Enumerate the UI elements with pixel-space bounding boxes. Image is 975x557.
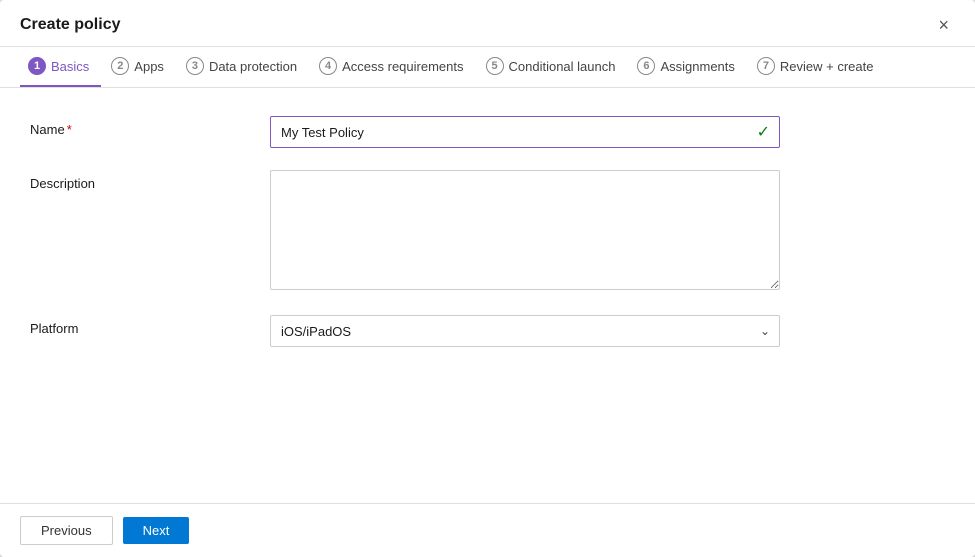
tab-assignments[interactable]: 6 Assignments — [629, 47, 746, 87]
platform-field-wrap: iOS/iPadOS Android Windows ⌄ — [270, 315, 780, 347]
dialog-content: Name* ✓ Description Platform iOS/i — [0, 88, 975, 503]
tab-number-data-protection: 3 — [186, 57, 204, 75]
close-button[interactable]: × — [932, 14, 955, 36]
description-row: Description — [30, 170, 945, 293]
tab-label-data-protection: Data protection — [209, 59, 297, 74]
tab-label-review-create: Review + create — [780, 59, 874, 74]
tab-label-access-requirements: Access requirements — [342, 59, 463, 74]
tab-label-apps: Apps — [134, 59, 164, 74]
tab-data-protection[interactable]: 3 Data protection — [178, 47, 309, 87]
name-field-wrap: ✓ — [270, 116, 780, 148]
platform-select-wrapper: iOS/iPadOS Android Windows ⌄ — [270, 315, 780, 347]
next-button[interactable]: Next — [123, 517, 190, 544]
dialog-footer: Previous Next — [0, 503, 975, 557]
dialog-title: Create policy — [20, 16, 120, 34]
tab-label-assignments: Assignments — [660, 59, 734, 74]
tab-number-access-requirements: 4 — [319, 57, 337, 75]
create-policy-dialog: Create policy × 1 Basics 2 Apps 3 Data p… — [0, 0, 975, 557]
tab-apps[interactable]: 2 Apps — [103, 47, 176, 87]
dialog-header: Create policy × — [0, 0, 975, 47]
tab-number-assignments: 6 — [637, 57, 655, 75]
name-input-wrapper: ✓ — [270, 116, 780, 148]
previous-button[interactable]: Previous — [20, 516, 113, 545]
tab-conditional-launch[interactable]: 5 Conditional launch — [478, 47, 628, 87]
description-label: Description — [30, 170, 270, 191]
checkmark-icon: ✓ — [757, 122, 770, 142]
tab-basics[interactable]: 1 Basics — [20, 47, 101, 87]
required-star: * — [67, 122, 72, 137]
platform-row: Platform iOS/iPadOS Android Windows ⌄ — [30, 315, 945, 347]
tabs-bar: 1 Basics 2 Apps 3 Data protection 4 Acce… — [0, 47, 975, 88]
name-row: Name* ✓ — [30, 116, 945, 148]
name-label: Name* — [30, 116, 270, 137]
name-input[interactable] — [270, 116, 780, 148]
tab-number-basics: 1 — [28, 57, 46, 75]
tab-access-requirements[interactable]: 4 Access requirements — [311, 47, 475, 87]
tab-number-conditional-launch: 5 — [486, 57, 504, 75]
tab-label-basics: Basics — [51, 59, 89, 74]
tab-number-apps: 2 — [111, 57, 129, 75]
description-field-wrap — [270, 170, 780, 293]
tab-review-create[interactable]: 7 Review + create — [749, 47, 886, 87]
tab-label-conditional-launch: Conditional launch — [509, 59, 616, 74]
tab-number-review-create: 7 — [757, 57, 775, 75]
platform-label: Platform — [30, 315, 270, 336]
platform-select[interactable]: iOS/iPadOS Android Windows — [270, 315, 780, 347]
description-input[interactable] — [270, 170, 780, 290]
